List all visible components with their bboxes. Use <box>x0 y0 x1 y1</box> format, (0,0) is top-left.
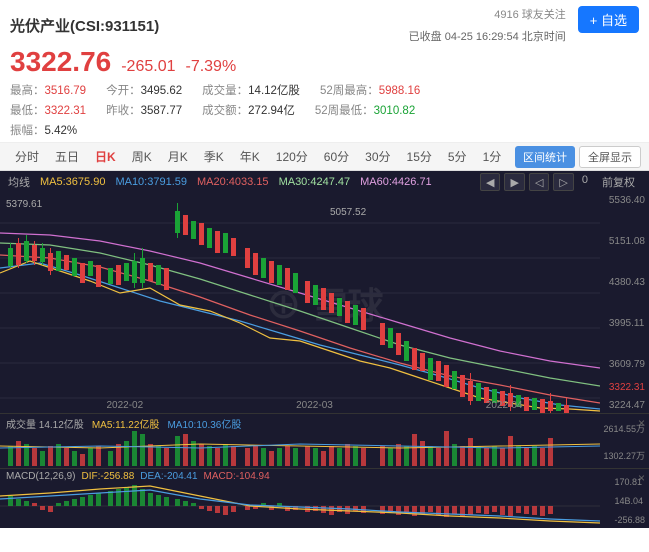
ma60-line <box>0 233 600 368</box>
main-chart-svg <box>0 193 600 413</box>
open-label: 今开： <box>106 85 141 97</box>
ma60-label: MA60:4426.71 <box>360 176 432 188</box>
fullscreen-button[interactable]: 全屏显示 <box>579 146 641 168</box>
restore-label[interactable]: 前复权 <box>596 173 641 191</box>
w52high-val: 5988.16 <box>379 85 421 97</box>
amplitude-val: 5.42% <box>45 125 78 137</box>
ma20-line <box>0 255 600 403</box>
y-label-6: 3224.47 <box>609 400 645 411</box>
tab-nian-k[interactable]: 年K <box>233 144 267 169</box>
interval-stats-button[interactable]: 区间统计 <box>515 146 575 168</box>
x-label-mar: 2022-03 <box>296 400 333 411</box>
tab-zhou-k[interactable]: 周K <box>125 144 159 169</box>
stock-header: 光伏产业(CSI:931151) 4916 球友关注 已收盘 04-25 16:… <box>0 0 649 143</box>
tab-ji-k[interactable]: 季K <box>197 144 231 169</box>
datetime-label: 已收盘 04-25 16:29:54 北京时间 <box>409 28 566 44</box>
tab-5fen[interactable]: 5分 <box>441 144 474 169</box>
stats-row3: 振幅：5.42% <box>10 122 639 138</box>
stats-row2: 最低：3322.31 昨收：3587.77 成交额：272.94亿 52周最低：… <box>10 102 639 118</box>
tab-1fen[interactable]: 1分 <box>476 144 509 169</box>
chart-zoom-in-button[interactable]: ▷ <box>553 173 573 191</box>
tab-wu-ri[interactable]: 五日 <box>48 144 86 169</box>
ma-bar: 均线 MA5:3675.90 MA10:3791.59 MA20:4033.15… <box>0 171 649 193</box>
y-label-5: 3609.79 <box>609 359 645 370</box>
candle-group <box>8 203 569 413</box>
add-watchlist-button[interactable]: + 自选 <box>578 6 639 33</box>
w52high-label: 52周最高： <box>320 85 379 97</box>
vol-scale-2: 1302.27万 <box>603 449 645 462</box>
volume-chart: 成交量 14.12亿股 MA5:11.22亿股 MA10:10.36亿股 × 2… <box>0 413 649 468</box>
ma-bar-label: 均线 <box>8 174 30 190</box>
macd-scale-3: -256.88 <box>614 515 645 525</box>
price-change-pct: -7.39% <box>185 58 236 76</box>
stats-row: 最高：3516.79 今开：3495.62 成交量：14.12亿股 52周最高：… <box>10 82 639 98</box>
meta-info: 4916 球友关注 已收盘 04-25 16:29:54 北京时间 <box>409 6 566 44</box>
low-label: 最低： <box>10 105 45 117</box>
y-axis-labels: 5536.40 5151.08 4380.43 3995.11 3609.79 … <box>609 193 645 413</box>
y-label-4: 3995.11 <box>609 318 645 329</box>
chart-area: 均线 MA5:3675.90 MA10:3791.59 MA20:4033.15… <box>0 171 649 528</box>
amount-val: 272.94亿 <box>248 105 295 117</box>
ma30-label: MA30:4247.47 <box>279 176 351 188</box>
followers-count: 4916 球友关注 <box>494 6 566 22</box>
x-axis-labels: 2022-02 2022-03 2022-04 <box>30 400 599 411</box>
tab-15fen[interactable]: 15分 <box>400 144 439 169</box>
prevclose-label: 昨收： <box>106 105 141 117</box>
macd-scale-2: 14B.04 <box>614 496 645 506</box>
tab-60fen[interactable]: 60分 <box>317 144 356 169</box>
high-val: 3516.79 <box>45 85 87 97</box>
tab-fen-shi[interactable]: 分时 <box>8 144 46 169</box>
volume-val: 14.12亿股 <box>248 85 300 97</box>
ma5-label: MA5:3675.90 <box>40 176 105 188</box>
ma20-label: MA20:4033.15 <box>197 176 269 188</box>
macd-svg <box>0 481 600 541</box>
vol-scale-1: 2614.55万 <box>603 422 645 435</box>
y-label-1: 5536.40 <box>609 195 645 206</box>
macd-chart: MACD(12,26,9) DIF:-256.88 DEA:-204.41 MA… <box>0 468 649 528</box>
x-label-apr: 2022-04 <box>486 400 523 411</box>
prevclose-val: 3587.77 <box>141 105 183 117</box>
x-label-feb: 2022-02 <box>106 400 143 411</box>
restore-btn: 0 <box>578 173 592 191</box>
tab-bar: 分时 五日 日K 周K 月K 季K 年K 120分 60分 30分 15分 5分… <box>0 143 649 171</box>
chart-prev-button[interactable]: ◀ <box>480 173 500 191</box>
y-label-2: 5151.08 <box>609 236 645 247</box>
amplitude-label: 振幅： <box>10 125 45 137</box>
y-label-3: 4380.43 <box>609 277 645 288</box>
main-price: 3322.76 <box>10 46 111 78</box>
low-val: 3322.31 <box>45 105 87 117</box>
last-price-label: 3322.31 <box>609 382 645 393</box>
chart-zoom-out-button[interactable]: ◁ <box>529 173 549 191</box>
open-val: 3495.62 <box>141 85 183 97</box>
tab-yue-k[interactable]: 月K <box>161 144 195 169</box>
chart-next-button[interactable]: ▶ <box>504 173 524 191</box>
tab-30fen[interactable]: 30分 <box>358 144 397 169</box>
tab-ri-k[interactable]: 日K <box>88 144 123 169</box>
candlestick-chart: 5536.40 5151.08 4380.43 3995.11 3609.79 … <box>0 193 649 413</box>
ma10-label: MA10:3791.59 <box>115 176 187 188</box>
w52low-val: 3010.82 <box>374 105 416 117</box>
tab-120fen[interactable]: 120分 <box>269 144 315 169</box>
high-label: 最高： <box>10 85 45 97</box>
stock-title: 光伏产业(CSI:931151) <box>10 18 159 35</box>
w52low-label: 52周最低： <box>315 105 374 117</box>
price-change: -265.01 <box>121 58 175 76</box>
macd-scale-1: 170.81 <box>614 477 645 487</box>
amount-label: 成交额： <box>202 105 248 117</box>
volume-label: 成交量： <box>202 85 248 97</box>
